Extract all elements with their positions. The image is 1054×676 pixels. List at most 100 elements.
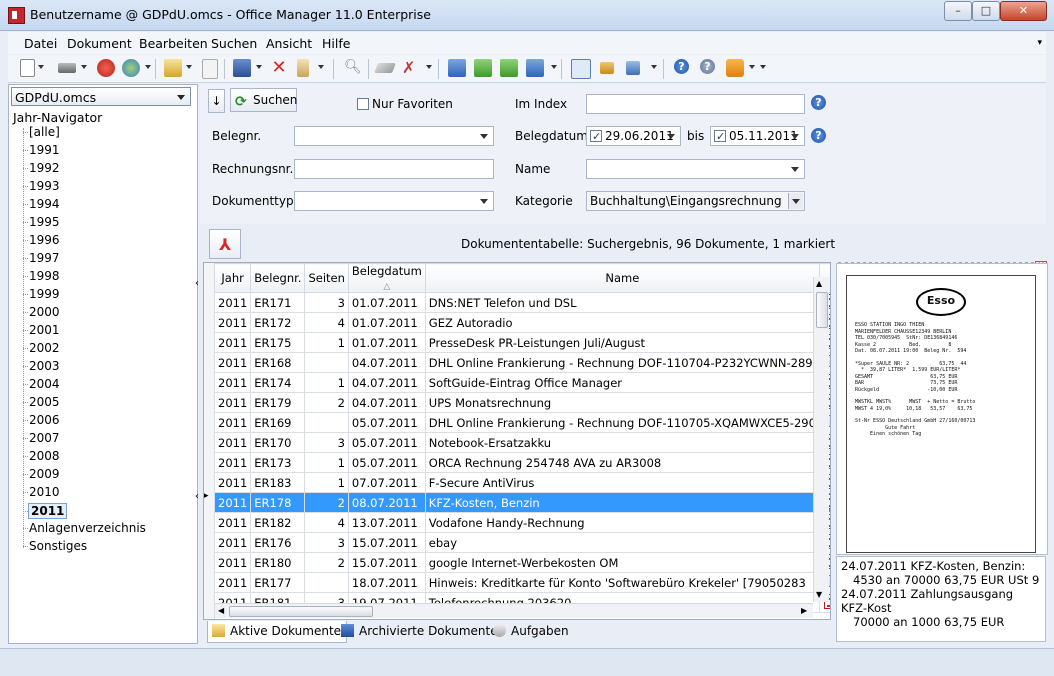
chevron-down-icon[interactable] bbox=[81, 65, 87, 69]
menu-dokument[interactable]: Dokument bbox=[67, 36, 132, 51]
preview-icon[interactable] bbox=[202, 59, 218, 79]
col-name[interactable]: Name bbox=[424, 263, 820, 293]
help-icon[interactable]: ? bbox=[811, 95, 826, 110]
date-from-field[interactable]: 29.06.2011 bbox=[586, 126, 681, 146]
help2-icon[interactable]: ? bbox=[700, 59, 715, 74]
help-icon[interactable]: ? bbox=[674, 59, 689, 74]
first-icon[interactable] bbox=[448, 59, 466, 77]
tree-item-1996[interactable]: 1996 bbox=[23, 233, 60, 247]
scroll-left-icon[interactable]: ◀ bbox=[218, 606, 224, 615]
delete-icon[interactable]: ✕ bbox=[270, 59, 288, 77]
chevron-down-icon[interactable] bbox=[145, 65, 151, 69]
table-row[interactable]: 2011 ER177 18.07.2011 Hinweis: Kreditkarte … bbox=[213, 572, 830, 593]
date-to-checkbox[interactable] bbox=[714, 128, 726, 146]
kategorie-combo[interactable]: Buchhaltung\Eingangsrechnung bbox=[586, 191, 805, 211]
table-row[interactable]: 2011 ER178 2 08.07.2011 KFZ-Kosten, Benzin bbox=[213, 492, 830, 513]
import-icon[interactable] bbox=[164, 59, 182, 77]
tree-item-2001[interactable]: 2001 bbox=[23, 323, 60, 337]
horizontal-scrollbar[interactable]: ◀ ▶ bbox=[215, 603, 813, 618]
tab-aufgaben[interactable]: Aufgaben bbox=[489, 621, 574, 642]
table-row[interactable]: 2011 ER176 3 15.07.2011 ebay bbox=[213, 532, 830, 553]
pdf-export-button[interactable]: ⅄ bbox=[209, 229, 241, 259]
globe-icon[interactable] bbox=[122, 59, 140, 77]
search-icon[interactable]: 🔍︎ bbox=[344, 59, 362, 77]
col-jahr[interactable]: Jahr bbox=[213, 263, 252, 293]
chevron-down-icon[interactable] bbox=[426, 65, 432, 69]
scanner-icon[interactable] bbox=[58, 63, 76, 73]
belegnr-combo[interactable] bbox=[294, 126, 494, 146]
table-row[interactable]: 2011 ER173 1 05.07.2011 ORCA Rechnung 254748… bbox=[213, 452, 830, 473]
table-row[interactable]: 2011 ER169 05.07.2011 DHL Online Frankierun… bbox=[213, 412, 830, 433]
document-preview[interactable]: Esso ESSO STATION INGO THIEN MARIENFELDER… bbox=[836, 263, 1048, 555]
tree-item-2006[interactable]: 2006 bbox=[23, 413, 60, 427]
minimize-button[interactable]: – bbox=[944, 1, 972, 21]
next-icon[interactable] bbox=[500, 59, 518, 77]
scroll-up-icon[interactable]: ▲ bbox=[816, 279, 822, 288]
chevron-down-icon[interactable] bbox=[760, 65, 766, 69]
hierarchy-icon[interactable] bbox=[600, 62, 614, 74]
table-row[interactable]: 2011 ER183 1 07.07.2011 F-Secure AntiVirus bbox=[213, 472, 830, 493]
filter-icon[interactable]: ✗ bbox=[402, 59, 420, 77]
tree-item-1997[interactable]: 1997 bbox=[23, 251, 60, 265]
table-row[interactable]: 2011 ER182 4 13.07.2011 Vodafone Handy-Rechn… bbox=[213, 512, 830, 533]
prev-icon[interactable] bbox=[474, 59, 492, 77]
org-icon[interactable] bbox=[626, 61, 640, 75]
panel-icon[interactable] bbox=[571, 59, 591, 79]
menu-bearbeiten[interactable]: Bearbeiten bbox=[139, 36, 208, 51]
maximize-button[interactable]: □ bbox=[972, 1, 1000, 21]
table-row[interactable]: 2011 ER179 2 04.07.2011 UPS Monatsrechnung bbox=[213, 392, 830, 413]
tree-item-1992[interactable]: 1992 bbox=[23, 161, 60, 175]
tree-item-2000[interactable]: 2000 bbox=[23, 305, 60, 319]
vertical-scroll-thumb[interactable] bbox=[816, 292, 828, 328]
tree-item-2005[interactable]: 2005 bbox=[23, 395, 60, 409]
help-icon[interactable]: ? bbox=[811, 128, 826, 143]
tree-item-1995[interactable]: 1995 bbox=[23, 215, 60, 229]
new-doc-icon[interactable] bbox=[20, 59, 35, 77]
col-belegdatum[interactable]: Belegdatum △ bbox=[347, 263, 426, 293]
tree-item-1991[interactable]: 1991 bbox=[23, 143, 60, 157]
scroll-down-icon[interactable]: ▼ bbox=[816, 590, 822, 599]
tree-item-anlagenverzeichnis[interactable]: Anlagenverzeichnis bbox=[23, 521, 146, 535]
tree-item-2003[interactable]: 2003 bbox=[23, 359, 60, 373]
tree-item-2004[interactable]: 2004 bbox=[23, 377, 60, 391]
tab-aktive-dokumente[interactable]: Aktive Dokumente bbox=[207, 621, 348, 643]
stop-icon[interactable] bbox=[97, 59, 115, 77]
name-combo[interactable] bbox=[586, 159, 805, 179]
tree-item-2002[interactable]: 2002 bbox=[23, 341, 60, 355]
rechnungsnr-input[interactable] bbox=[294, 159, 494, 179]
search-button[interactable]: ⟳ Suchen bbox=[230, 88, 297, 112]
horizontal-scroll-thumb[interactable] bbox=[229, 606, 373, 617]
table-row[interactable]: 2011 ER168 04.07.2011 DHL Online Frankierun… bbox=[213, 352, 830, 373]
close-button[interactable]: ✕ bbox=[1000, 1, 1047, 21]
last-icon[interactable] bbox=[526, 59, 544, 77]
vertical-scrollbar[interactable]: ▲ ▼ bbox=[813, 277, 829, 602]
rss-icon[interactable] bbox=[726, 59, 744, 77]
expand-arrow-button[interactable]: ↓ bbox=[208, 89, 225, 113]
database-select[interactable]: GDPdU.omcs bbox=[11, 87, 191, 106]
tree-item-2009[interactable]: 2009 bbox=[23, 467, 60, 481]
table-row[interactable]: 2011 ER172 4 01.07.2011 GEZ Autoradio bbox=[213, 312, 830, 333]
chevron-down-icon[interactable] bbox=[186, 65, 192, 69]
tree-item-alle[interactable]: [alle] bbox=[23, 125, 60, 139]
dokumenttyp-combo[interactable] bbox=[294, 191, 494, 211]
menu-suchen[interactable]: Suchen bbox=[211, 36, 257, 51]
chevron-down-icon[interactable] bbox=[38, 65, 44, 69]
eraser-icon[interactable] bbox=[374, 63, 396, 73]
date-to-field[interactable]: 05.11.2011 bbox=[710, 126, 805, 146]
table-row[interactable]: 2011 ER171 3 01.07.2011 DNS:NET Telefon und … bbox=[213, 292, 830, 313]
tab-archivierte-dokumente[interactable]: Archivierte Dokumente bbox=[337, 621, 503, 642]
chevron-down-icon[interactable] bbox=[256, 65, 262, 69]
tree-item-2011[interactable]: 2011 bbox=[22, 503, 68, 519]
favorites-checkbox[interactable] bbox=[357, 98, 369, 110]
kategorie-dropdown-button[interactable] bbox=[788, 193, 803, 209]
table-row[interactable]: 2011 ER170 3 05.07.2011 Notebook-Ersatzakku bbox=[213, 432, 830, 453]
menu-ansicht[interactable]: Ansicht bbox=[266, 36, 312, 51]
in-index-input[interactable] bbox=[586, 94, 805, 114]
menu-overflow-icon[interactable]: ▾ bbox=[1037, 38, 1042, 48]
tree-item-2007[interactable]: 2007 bbox=[23, 431, 60, 445]
col-seiten[interactable]: Seiten bbox=[304, 263, 349, 293]
tree-item-2008[interactable]: 2008 bbox=[23, 449, 60, 463]
menu-datei[interactable]: Datei bbox=[24, 36, 57, 51]
chevron-down-icon[interactable] bbox=[318, 65, 324, 69]
collapse-left-icon[interactable]: ‹ bbox=[195, 278, 199, 289]
